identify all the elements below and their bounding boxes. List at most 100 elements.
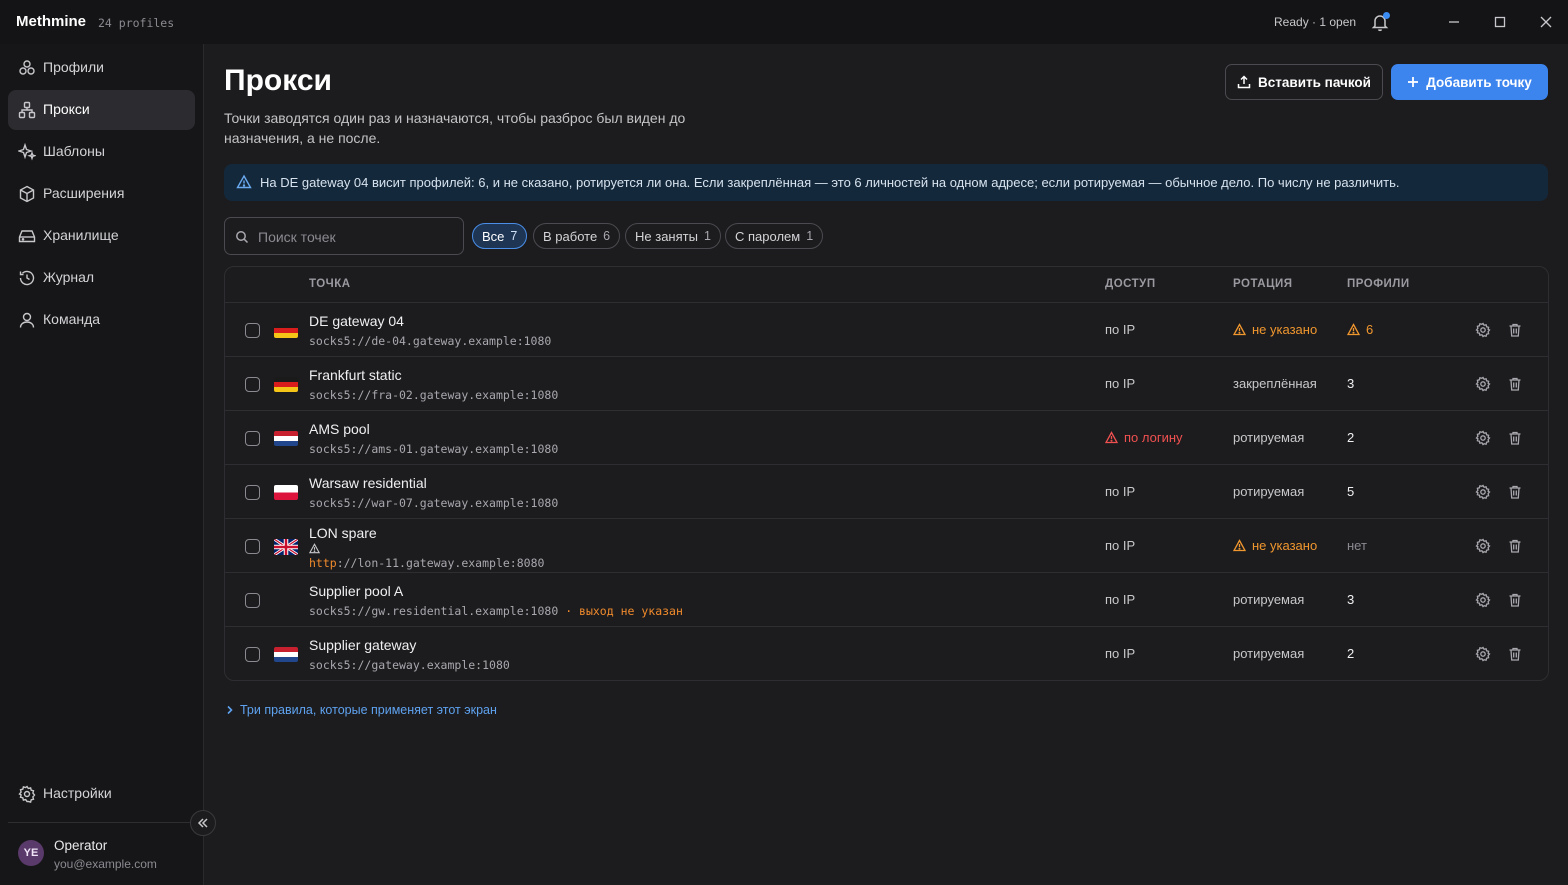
sidebar-item-settings[interactable]: Настройки [8, 774, 195, 814]
profiles-icon [19, 60, 35, 75]
sidebar-item-team[interactable]: Команда [8, 300, 195, 340]
table-row[interactable]: Frankfurt static socks5://fra-02.gateway… [225, 357, 1548, 411]
collapse-sidebar-button[interactable] [190, 810, 216, 836]
warning-banner: На DE gateway 04 висит профилей: 6, и не… [224, 164, 1548, 201]
page-title: Прокси [224, 64, 332, 97]
trash-icon[interactable] [1507, 430, 1523, 446]
search-input[interactable]: Поиск точек [224, 217, 464, 255]
gear-icon[interactable] [1475, 322, 1491, 338]
access-value: по IP [1105, 646, 1136, 661]
sidebar-item-label: Хранилище [43, 227, 119, 243]
filter-all[interactable]: Все 7 [472, 223, 528, 249]
access-value: по IP [1105, 376, 1136, 391]
sidebar-item-label: Профили [43, 59, 104, 75]
sidebar-item-label: Журнал [43, 269, 95, 285]
gear-icon[interactable] [1475, 376, 1491, 392]
proxy-name: DE gateway 04 [309, 313, 404, 329]
proxy-name: Supplier gateway [309, 637, 417, 653]
sidebar-item-label: Настройки [43, 785, 112, 801]
rotation-value: закреплённая [1233, 376, 1317, 391]
row-checkbox[interactable] [245, 323, 260, 338]
sidebar-item-profiles[interactable]: Профили [8, 48, 195, 88]
proxy-address: socks5://war-07.gateway.example:1080 [309, 496, 559, 510]
proxy-address: socks5://gateway.example:1080 [309, 658, 510, 672]
proxy-address: socks5://fra-02.gateway.example:1080 [309, 388, 559, 402]
profiles-count: 24 profiles [98, 16, 175, 30]
search-placeholder: Поиск точек [258, 229, 336, 245]
table-row[interactable]: Supplier pool A socks5://gw.residential.… [225, 573, 1548, 627]
divider [8, 822, 194, 823]
access-value: по IP [1105, 484, 1136, 499]
column-rotation[interactable]: РОТАЦИЯ [1233, 278, 1293, 290]
column-profiles[interactable]: ПРОФИЛИ [1347, 278, 1410, 290]
extensions-icon [19, 185, 35, 203]
trash-icon[interactable] [1507, 376, 1523, 392]
row-checkbox[interactable] [245, 431, 260, 446]
maximize-icon[interactable] [1490, 12, 1510, 32]
row-checkbox[interactable] [245, 377, 260, 392]
table-row[interactable]: Warsaw residential socks5://war-07.gatew… [225, 465, 1548, 519]
sidebar-item-label: Команда [43, 311, 101, 327]
chevrons-left-icon [197, 818, 208, 828]
profiles-value: 3 [1347, 592, 1355, 607]
user-name: Operator [54, 838, 108, 853]
close-icon[interactable] [1536, 12, 1556, 32]
sidebar-item-storage[interactable]: Хранилище [8, 216, 195, 256]
filter-count: 7 [510, 229, 518, 243]
trash-icon[interactable] [1507, 646, 1523, 662]
row-checkbox[interactable] [245, 593, 260, 608]
row-checkbox[interactable] [245, 539, 260, 554]
filter-in-use[interactable]: В работе 6 [533, 223, 621, 249]
table-row[interactable]: AMS pool socks5://ams-01.gateway.example… [225, 411, 1548, 465]
paste-batch-button[interactable]: Вставить пачкой [1225, 64, 1383, 100]
flag-gb-icon [274, 539, 298, 555]
sidebar-item-label: Шаблоны [43, 143, 105, 159]
filter-label: С паролем [735, 228, 801, 244]
sidebar-item-templates[interactable]: Шаблоны [8, 132, 195, 172]
table-row[interactable]: Supplier gateway socks5://gateway.exampl… [225, 627, 1548, 680]
sidebar-item-history[interactable]: Журнал [8, 258, 195, 298]
filter-count: 1 [806, 229, 814, 243]
column-access[interactable]: ДОСТУП [1105, 278, 1156, 290]
row-checkbox[interactable] [245, 485, 260, 500]
column-point[interactable]: ТОЧКА [309, 278, 351, 290]
warning-icon [1105, 431, 1118, 444]
upload-icon [1237, 75, 1251, 89]
flag-pl-icon [274, 485, 298, 500]
gear-icon[interactable] [1475, 484, 1491, 500]
warning-icon [1233, 539, 1246, 552]
rules-disclosure-link[interactable]: Три правила, которые применяет этот экра… [226, 703, 497, 717]
trash-icon[interactable] [1507, 322, 1523, 338]
trash-icon[interactable] [1507, 538, 1523, 554]
gear-icon[interactable] [1475, 430, 1491, 446]
trash-icon[interactable] [1507, 592, 1523, 608]
storage-icon [18, 230, 36, 243]
proxy-name: Supplier pool A [309, 583, 404, 599]
filter-with-password[interactable]: С паролем 1 [725, 223, 824, 249]
proxy-address: socks5://gw.residential.example:1080 · в… [309, 604, 683, 618]
filter-count: 1 [703, 229, 711, 243]
trash-icon[interactable] [1507, 484, 1523, 500]
filter-free[interactable]: Не заняты 1 [625, 223, 721, 249]
gear-icon[interactable] [1475, 646, 1491, 662]
history-icon [19, 270, 35, 286]
minimize-icon[interactable] [1444, 12, 1464, 32]
table-row[interactable]: DE gateway 04 socks5://de-04.gateway.exa… [225, 303, 1548, 357]
rotation-value: ротируемая [1233, 484, 1305, 499]
row-checkbox[interactable] [245, 647, 260, 662]
proxy-address: socks5://ams-01.gateway.example:1080 [309, 442, 559, 456]
sidebar-item-extensions[interactable]: Расширения [8, 174, 195, 214]
add-point-button[interactable]: Добавить точку [1391, 64, 1548, 100]
table-row[interactable]: LON spare http://lon-11.gateway.example:… [225, 519, 1548, 573]
flag-nl-icon [274, 431, 298, 446]
rotation-value: не указано [1233, 322, 1317, 337]
rules-link-label: Три правила, которые применяет этот экра… [240, 703, 497, 717]
avatar[interactable]: YE [18, 840, 44, 866]
user-email: you@example.com [54, 857, 157, 871]
sidebar-item-proxy[interactable]: Прокси [8, 90, 195, 130]
access-value: по логину [1105, 430, 1183, 445]
chevron-right-icon [227, 705, 233, 715]
gear-icon[interactable] [1475, 592, 1491, 608]
gear-icon[interactable] [1475, 538, 1491, 554]
filter-label: Все [482, 228, 505, 244]
